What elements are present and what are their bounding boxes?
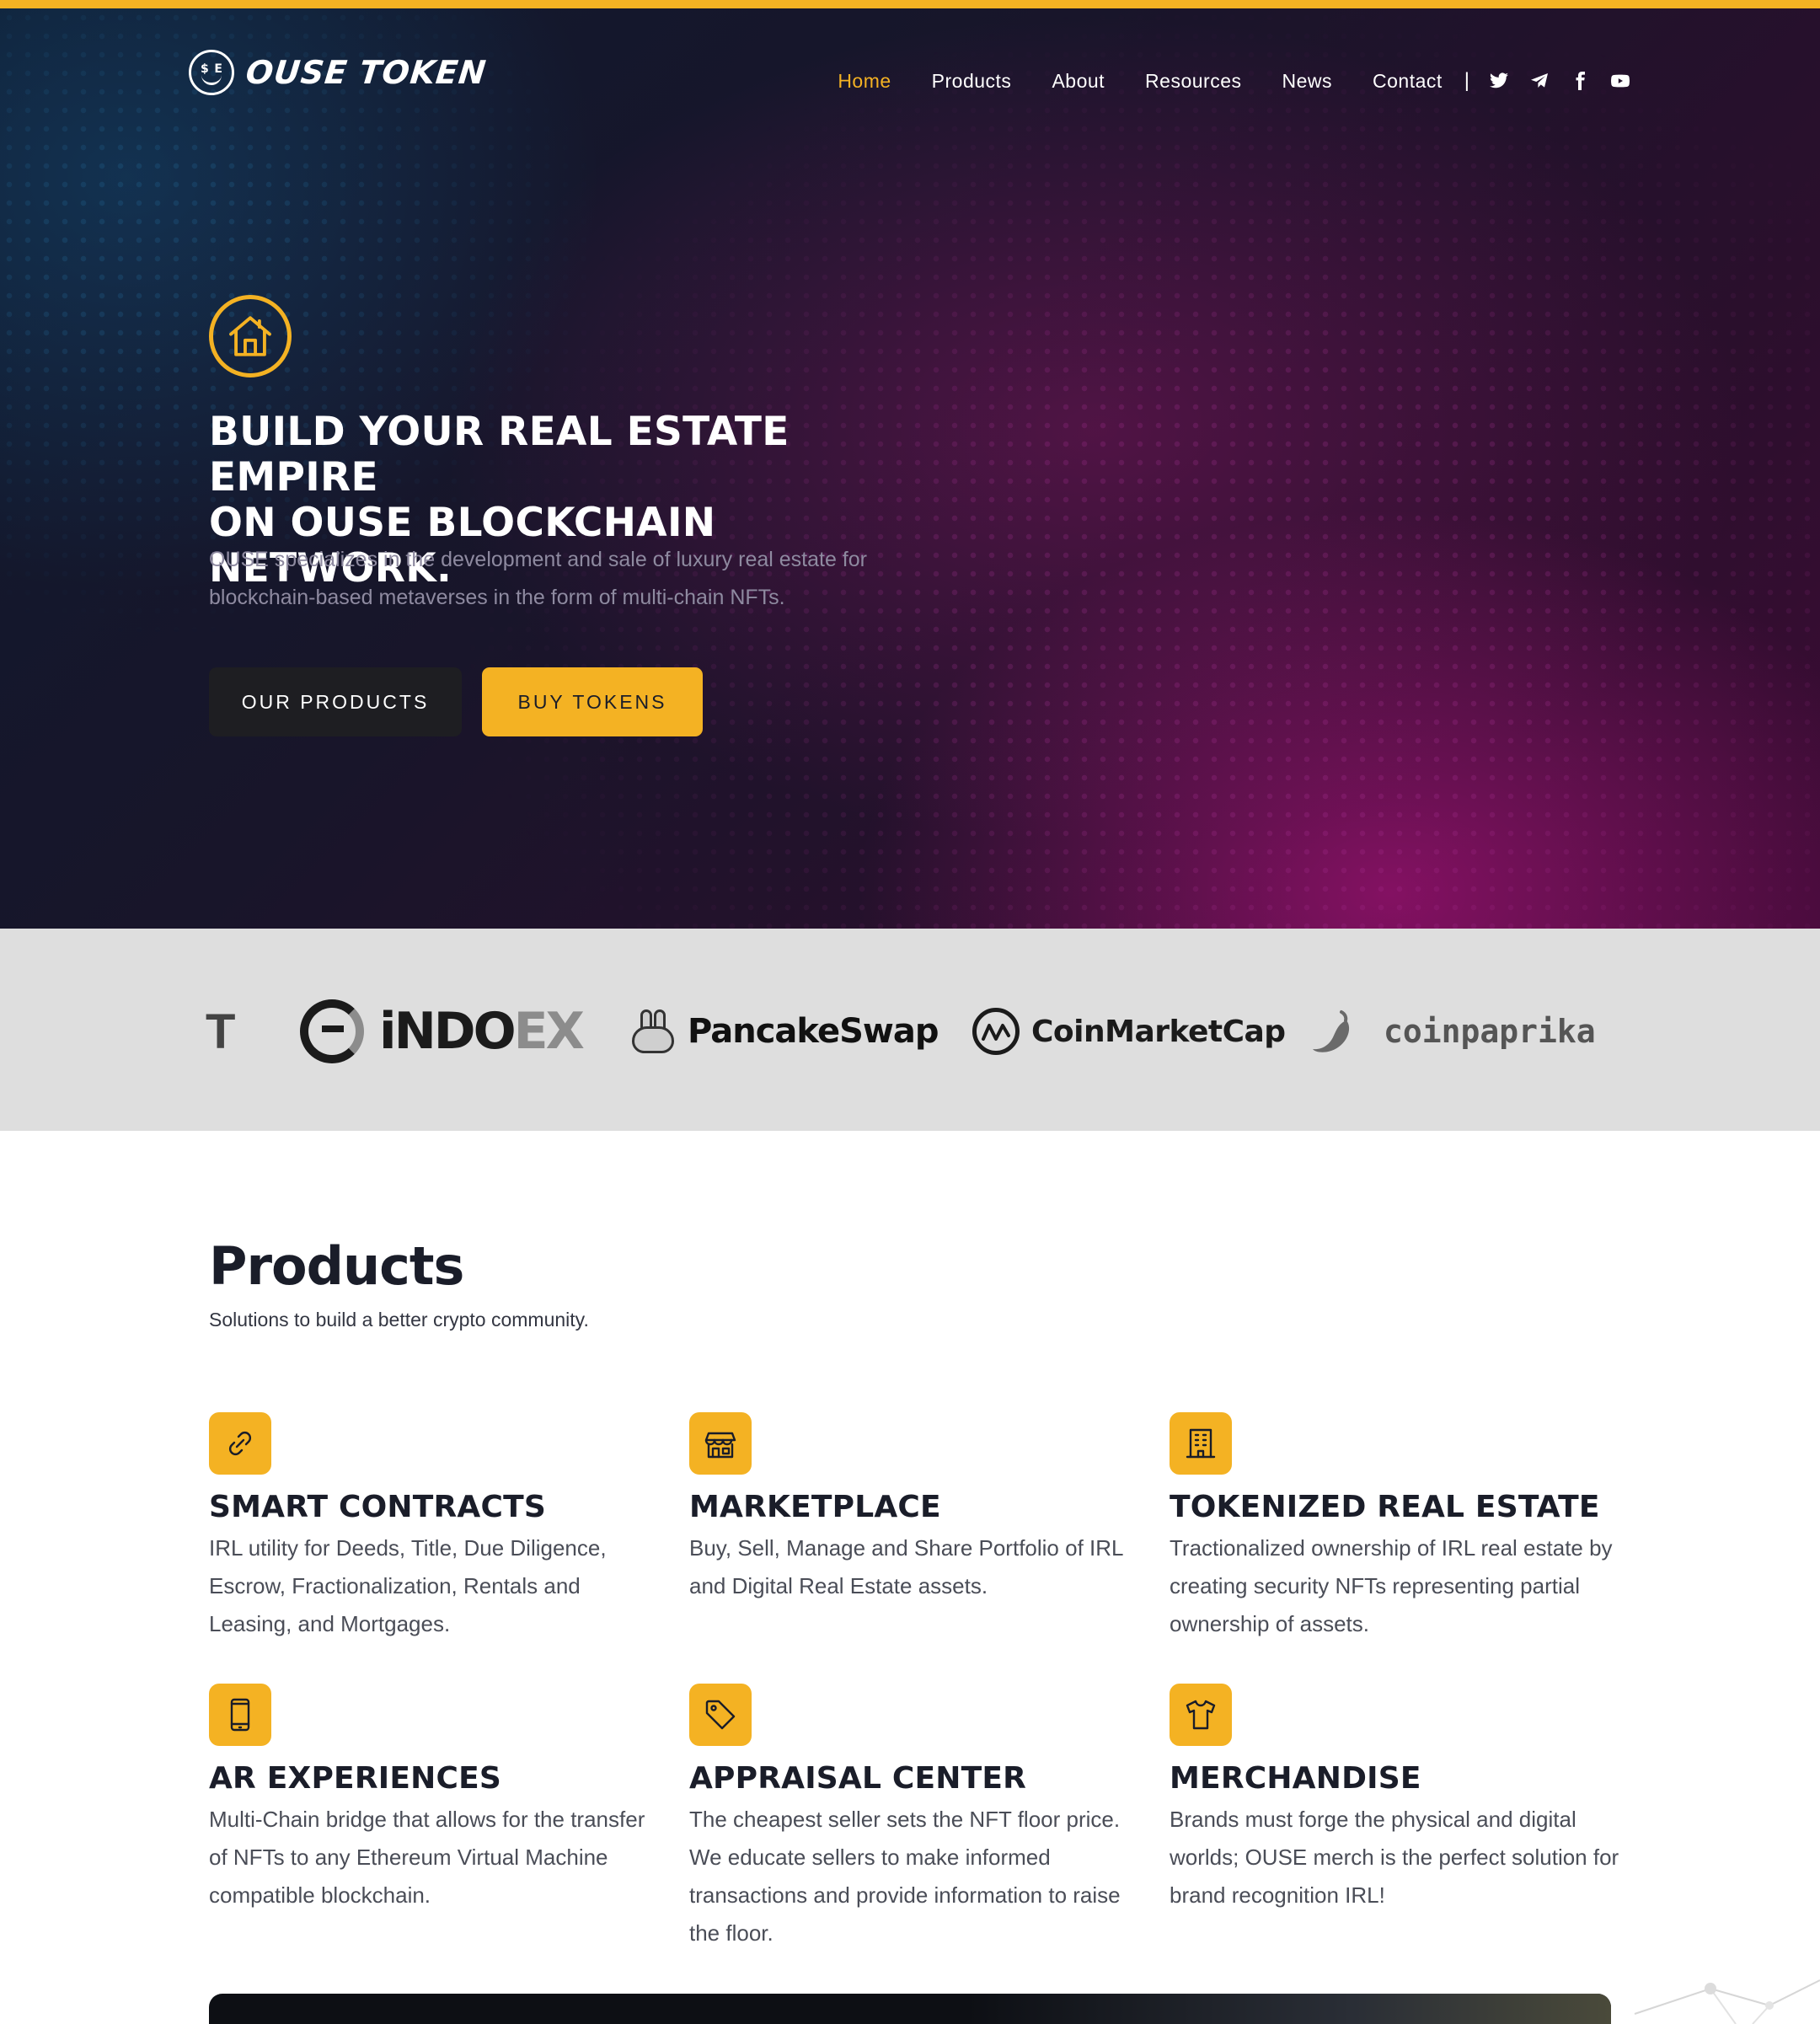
- indoex-text: iNDOEX: [379, 1002, 585, 1061]
- building-icon: [1170, 1412, 1232, 1475]
- nav-about[interactable]: About: [1052, 70, 1105, 93]
- nav-resources[interactable]: Resources: [1145, 70, 1241, 93]
- product-card-smart-contracts[interactable]: SMART CONTRACTS IRL utility for Deeds, T…: [209, 1412, 664, 1643]
- product-card-title: APPRAISAL CENTER: [689, 1761, 1027, 1796]
- our-products-button[interactable]: OUR PRODUCTS: [209, 667, 462, 736]
- product-card-text: IRL utility for Deeds, Title, Due Dilige…: [209, 1535, 607, 1636]
- network-decoration: [1634, 1979, 1820, 2024]
- product-card-text: Buy, Sell, Manage and Share Portfolio of…: [689, 1535, 1123, 1598]
- nav-separator: |: [1464, 69, 1469, 92]
- bunny-icon: [630, 1009, 676, 1053]
- indoex-text-dark: iNDO: [379, 1002, 517, 1061]
- partner-logo-cut: T: [206, 1004, 236, 1059]
- indoex-logo[interactable]: iNDOEX: [300, 996, 585, 1067]
- link-icon: [209, 1412, 271, 1475]
- product-card-title: AR EXPERIENCES: [209, 1761, 502, 1796]
- nav-contact[interactable]: Contact: [1373, 70, 1443, 93]
- logo-smile: [201, 75, 222, 85]
- site-logo[interactable]: $ E OUSE TOKEN: [189, 47, 489, 98]
- coinpaprika-logo[interactable]: coinpaprika: [1309, 996, 1596, 1067]
- product-card-title: TOKENIZED REAL ESTATE: [1170, 1490, 1600, 1524]
- product-card-marketplace[interactable]: MARKETPLACE Buy, Sell, Manage and Share …: [689, 1412, 1144, 1605]
- pancakeswap-logo[interactable]: PancakeSwap: [630, 996, 939, 1067]
- coinpaprika-text: coinpaprika: [1384, 1013, 1596, 1050]
- tag-icon: [689, 1684, 752, 1746]
- telegram-icon[interactable]: [1528, 70, 1550, 92]
- partners-strip: T iNDOEX PancakeSwap CoinMarketCap coinp…: [0, 929, 1820, 1131]
- hero-description: OUSE specializes in the development and …: [209, 548, 867, 609]
- coinmarketcap-logo[interactable]: CoinMarketCap: [972, 996, 1286, 1067]
- nav-news[interactable]: News: [1282, 70, 1332, 93]
- youtube-icon[interactable]: [1609, 70, 1631, 92]
- main-nav: Home Products About Resources News Conta…: [797, 61, 1631, 101]
- hero-title-line-1: BUILD YOUR REAL ESTATE EMPIRE: [209, 409, 790, 501]
- product-card-text: Multi-Chain bridge that allows for the t…: [209, 1807, 645, 1908]
- twitter-icon[interactable]: [1488, 70, 1510, 92]
- logo-text: OUSE TOKEN: [244, 54, 489, 91]
- product-card-appraisal-center[interactable]: APPRAISAL CENTER The cheapest seller set…: [689, 1684, 1144, 1952]
- house-icon: [209, 295, 292, 377]
- product-card-merchandise[interactable]: MERCHANDISE Brands must forge the physic…: [1170, 1684, 1625, 1914]
- product-card-title: MARKETPLACE: [689, 1490, 941, 1524]
- top-accent-bar: [0, 0, 1820, 8]
- product-card-title: MERCHANDISE: [1170, 1761, 1421, 1796]
- products-subtitle: Solutions to build a better crypto commu…: [209, 1309, 589, 1331]
- coinmarketcap-icon: [972, 1008, 1020, 1055]
- pepper-icon: [1313, 1010, 1350, 1052]
- product-card-text: The cheapest seller sets the NFT floor p…: [689, 1807, 1121, 1946]
- product-card-ar-experiences[interactable]: AR EXPERIENCES Multi-Chain bridge that a…: [209, 1684, 664, 1914]
- nav-products[interactable]: Products: [932, 70, 1012, 93]
- logo-letter-right: E: [214, 62, 222, 76]
- facebook-icon[interactable]: [1569, 70, 1591, 92]
- site-header: $ E OUSE TOKEN Home Products About Resou…: [0, 8, 1820, 135]
- indoex-ring-icon: [300, 999, 364, 1063]
- buy-tokens-button[interactable]: BUY TOKENS: [482, 667, 703, 736]
- product-card-tokenized-real-estate[interactable]: TOKENIZED REAL ESTATE Tractionalized own…: [1170, 1412, 1625, 1643]
- product-card-text: Tractionalized ownership of IRL real est…: [1170, 1535, 1613, 1636]
- logo-smiley-icon: $ E: [189, 50, 234, 95]
- coinmarketcap-text: CoinMarketCap: [1031, 1014, 1286, 1049]
- pancakeswap-text: PancakeSwap: [688, 1012, 939, 1051]
- shirt-icon: [1170, 1684, 1232, 1746]
- featured-image-panel: [209, 1994, 1611, 2024]
- logo-letter-left: $: [201, 62, 209, 76]
- product-card-title: SMART CONTRACTS: [209, 1490, 547, 1524]
- products-title: Products: [209, 1235, 464, 1297]
- indoex-text-light: EX: [513, 1002, 585, 1061]
- nav-home[interactable]: Home: [838, 70, 891, 93]
- store-icon: [689, 1412, 752, 1475]
- phone-icon: [209, 1684, 271, 1746]
- product-card-text: Brands must forge the physical and digit…: [1170, 1807, 1619, 1908]
